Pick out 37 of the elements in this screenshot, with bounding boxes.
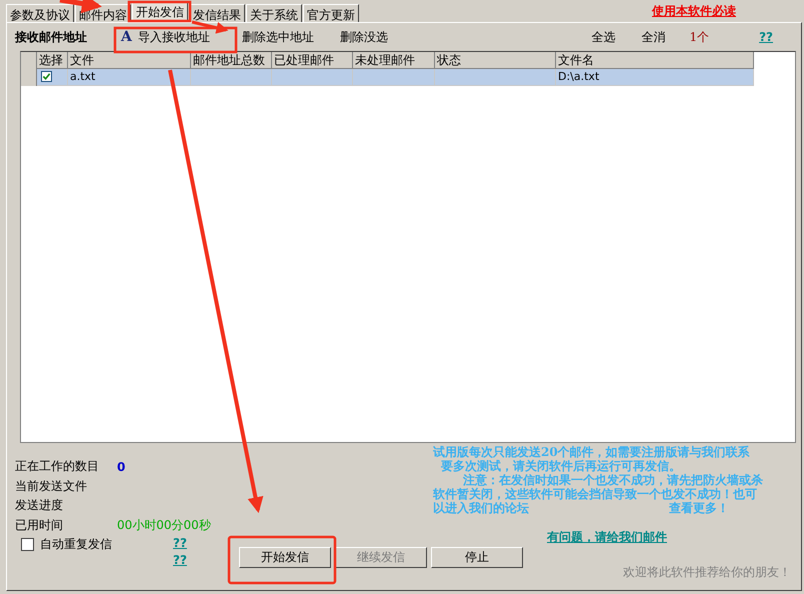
column-header[interactable]: 文件名 <box>556 52 754 69</box>
table-cell: D:\a.txt <box>556 69 754 86</box>
column-header[interactable]: 选择 <box>37 52 68 69</box>
count-label: 1个 <box>689 28 710 46</box>
checkbox-label: 自动重复发信 <box>40 536 112 554</box>
column-header[interactable]: 状态 <box>435 52 556 69</box>
table-row[interactable]: a.txt D:\a.txt <box>21 69 795 86</box>
status-label: 当前发送文件 <box>15 478 88 495</box>
column-header[interactable]: 未处理邮件 <box>353 52 435 69</box>
status-label: 已用时间 <box>15 516 64 534</box>
status-label: 发送进度 <box>15 497 64 514</box>
column-header[interactable]: 邮件地址总数 <box>191 52 272 69</box>
status-label: 正在工作的数目 <box>15 458 100 476</box>
toolbar-button[interactable]: 删除选中地址 <box>234 28 322 46</box>
tab[interactable]: 发信结果 <box>189 4 245 22</box>
checkbox[interactable] <box>21 538 34 552</box>
select-all-button[interactable]: 全选 <box>583 28 624 46</box>
column-header[interactable]: 已处理邮件 <box>272 52 353 69</box>
action-button[interactable]: 开始发信 <box>239 547 331 568</box>
notice-text: 试用版每次只能发送20个邮件，如需要注册版请与我们联系 要多次测试，请关闭软件后再运行可再发信。 注意：在发信时如果一个也发不成功，请先把防火墙或杀 软件暂关闭，这些软件可能会挡信导致一个也发不成功！也可 以进入我们的论坛 查看更多！ <box>433 445 764 515</box>
highlight-frame <box>128 0 192 22</box>
section-title: 接收邮件地址 <box>15 28 87 46</box>
tab[interactable]: 参数及协议 <box>6 4 74 22</box>
header-corner <box>21 52 37 69</box>
tab[interactable]: 关于系统 <box>246 4 302 22</box>
status-value: 0 <box>117 460 126 474</box>
tab[interactable]: 官方更新 <box>303 4 359 22</box>
letter-icon: A <box>121 29 132 45</box>
toolbar-button[interactable]: 删除没选 <box>332 28 396 46</box>
status-value: 00小时00分00秒 <box>117 516 211 534</box>
recommend-text: 欢迎将此软件推荐给你的朋友！ <box>623 564 791 581</box>
table-cell: a.txt <box>68 69 191 86</box>
checkbox[interactable] <box>41 71 52 82</box>
action-button[interactable]: 停止 <box>431 547 523 568</box>
select-none-button[interactable]: 全消 <box>633 28 674 46</box>
import-button[interactable]: A 导入接收地址 <box>113 28 218 46</box>
column-header[interactable]: 文件 <box>68 52 191 69</box>
